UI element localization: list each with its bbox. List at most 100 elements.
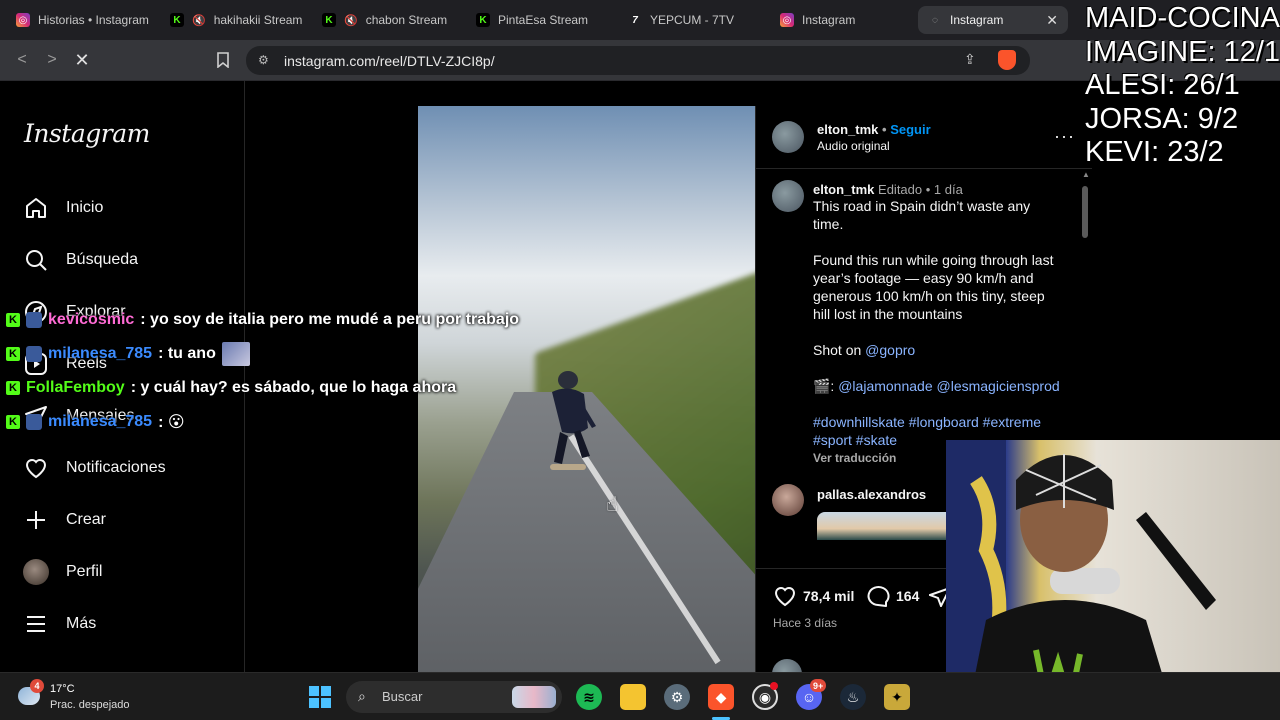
steam-icon[interactable]: ♨ [840,684,866,710]
loading-icon: ◌ [932,14,938,26]
chat-message: K milanesa_785 : 😮 [6,408,185,436]
instagram-icon: ◎ [16,13,30,27]
divider [756,168,1092,169]
comment-image[interactable] [817,512,957,540]
brave-shields-icon[interactable] [998,50,1016,70]
like-icon[interactable] [773,585,797,612]
credits-links[interactable]: @lajamonnade @lesmagiciensprod [838,378,1059,394]
discord-badge: 9+ [810,679,827,692]
tab-instagram[interactable]: ◎ Instagram [770,6,916,34]
caption-line: generous 100 km/h on this tiny, steep [813,288,1045,304]
game-app-icon[interactable]: ✦ [884,684,910,710]
home-icon [22,194,50,222]
chat-text: : y cuál hay? es sábado, que lo haga aho… [130,379,457,396]
caption-time: 1 día [933,182,963,197]
credits-prefix: 🎬: [813,378,835,394]
search-highlight-image [512,686,556,708]
tab-hakihakii-stream[interactable]: K 🔇 hakihakii Stream [160,6,310,34]
chat-message: K kevicosmic : yo soy de italia pero me … [6,306,519,334]
comment-icon[interactable] [866,585,890,612]
site-info-icon[interactable]: ⚙ [258,53,269,67]
chat-text: : 😮 [158,414,185,431]
commenter-avatar[interactable] [772,484,804,516]
menu-icon [22,610,50,638]
weather-desc: Prac. despejado [50,699,130,711]
forward-icon[interactable]: > [42,50,62,70]
chat-message: K FollaFemboy : y cuál hay? es sábado, q… [6,374,456,402]
sidebar-item-label: Crear [66,511,107,528]
instagram-icon: ◎ [780,13,794,27]
user-badge-icon [26,312,42,328]
search-placeholder: Buscar [382,689,423,704]
kick-badge-icon: K [6,415,20,429]
comments-count[interactable]: 164 [896,588,919,604]
commenter-username[interactable]: pallas.alexandros [817,487,926,502]
hashtags-line[interactable]: #downhillskate #longboard #extreme [813,413,1063,431]
caption-edited: Editado [878,182,923,197]
7tv-icon: 7 [632,14,638,26]
shot-on-text: Shot on [813,342,862,358]
settings-icon[interactable]: ⚙ [664,684,690,710]
tab-instagram-active[interactable]: ◌ Instagram ✕ [918,6,1068,34]
author-avatar[interactable] [772,121,804,153]
kick-badge-icon: K [6,381,20,395]
caption-avatar[interactable] [772,180,804,212]
score-line: JORSA: 9/2 [1085,102,1239,135]
tab-label: hakihakii Stream [213,13,303,27]
tab-pintaesa-stream[interactable]: K PintaEsa Stream [466,6,616,34]
weather-badge: 4 [30,679,44,693]
avatar [22,558,50,586]
file-explorer-icon[interactable] [620,684,646,710]
sidebar-item-label: Inicio [66,199,104,216]
likes-count[interactable]: 78,4 mil [803,588,854,604]
share-icon[interactable]: ⇪ [964,51,976,68]
chat-message: K milanesa_785 : tu ano [6,340,250,368]
gopro-link[interactable]: @gopro [865,342,915,358]
url-text: instagram.com/reel/DTLV-ZJCI8p/ [284,52,495,69]
caption-line: hill lost in the mountains [813,306,963,322]
tab-yepcum-7tv[interactable]: 7 YEPCUM - 7TV [618,6,768,34]
follow-button[interactable]: Seguir [890,122,930,137]
audio-label[interactable]: Audio original [817,139,890,153]
close-tab-icon[interactable]: ✕ [1046,12,1058,29]
reel-video[interactable]: ☝ [418,106,755,672]
spotify-icon[interactable]: ≋ [576,684,602,710]
bookmark-icon[interactable] [213,50,233,70]
author-username[interactable]: elton_tmk [817,122,878,137]
tab-historias-instagram[interactable]: ◎ Historias • Instagram [6,6,158,34]
taskbar-search[interactable]: ⌕ Buscar [346,681,562,713]
sidebar-item-mas[interactable]: Más [22,609,96,639]
user-badge-icon [26,414,42,430]
user-badge-icon [26,346,42,362]
windows-start-icon[interactable] [307,684,333,710]
back-icon[interactable]: < [12,50,32,70]
muted-speaker-icon: 🔇 [192,14,206,27]
chat-username: milanesa_785 [48,345,153,362]
tab-label: Instagram [802,13,856,27]
sidebar-item-busqueda[interactable]: Búsqueda [22,245,138,275]
instagram-logo[interactable]: Instagram [24,119,150,148]
sidebar-item-crear[interactable]: Crear [22,505,106,535]
score-line: MAID-COCINA [1085,2,1280,34]
muted-speaker-icon: 🔇 [344,14,358,27]
more-options-icon[interactable]: ··· [1054,126,1075,147]
kick-icon: K [322,13,336,27]
sidebar-item-notificaciones[interactable]: Notificaciones [22,453,166,483]
tab-chabon-stream[interactable]: K 🔇 chabon Stream [312,6,462,34]
caption-line: year’s footage — easy 90 km/h and [813,270,1034,286]
caption-author[interactable]: elton_tmk [813,182,874,197]
sidebar-item-inicio[interactable]: Inicio [22,193,103,223]
tab-label: YEPCUM - 7TV [650,13,735,27]
stop-loading-icon[interactable]: ✕ [72,50,92,70]
score-line: IMAGINE: 12/1 [1085,35,1280,68]
score-line: ALESI: 26/1 [1085,69,1240,101]
tab-label: chabon Stream [365,13,448,27]
kick-badge-icon: K [6,313,20,327]
mouse-cursor-icon: ☝ [606,494,619,516]
address-bar[interactable]: ⚙ instagram.com/reel/DTLV-ZJCI8p/ ⇪ [246,46,1030,75]
brave-browser-icon[interactable]: ◆ [708,684,734,710]
heart-icon [22,454,50,482]
kick-badge-icon: K [6,347,20,361]
weather-temp: 17°C [50,683,75,695]
sidebar-item-perfil[interactable]: Perfil [22,557,102,587]
